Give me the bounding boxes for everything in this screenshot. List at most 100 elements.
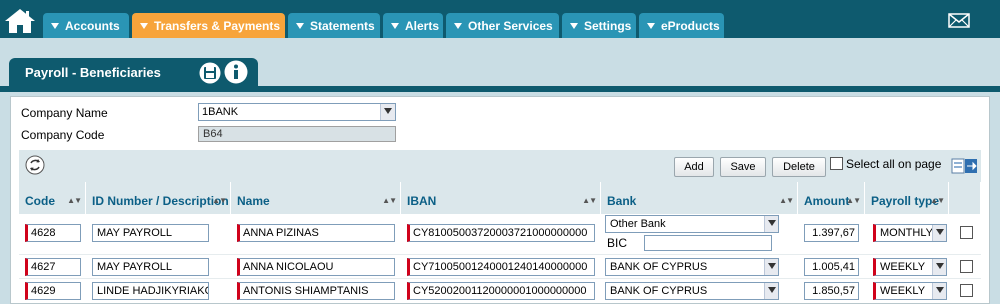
iban-input[interactable]: CY52002001120000001000000000 xyxy=(407,282,595,300)
refresh-icon[interactable] xyxy=(25,155,45,175)
header-divider xyxy=(0,86,1000,92)
select-all-checkbox[interactable] xyxy=(830,157,843,170)
amount-input[interactable]: 1.850,57 xyxy=(804,282,859,300)
sort-icon: ▲▼ xyxy=(212,196,227,205)
bank-select-value: Other Bank xyxy=(610,218,666,230)
save-disk-icon[interactable] xyxy=(199,62,221,84)
name-input[interactable]: ANTONIS SHIAMPTANIS xyxy=(237,282,395,300)
add-button[interactable]: Add xyxy=(674,157,714,177)
mail-icon[interactable] xyxy=(948,13,970,28)
bank-select[interactable]: BANK OF CYPRUS xyxy=(605,282,779,300)
amount-input[interactable]: 1.397,67 xyxy=(804,224,859,242)
tab-label: Statements xyxy=(310,18,375,33)
column-header-label: Code xyxy=(25,194,55,208)
chevron-down-icon xyxy=(380,104,395,120)
column-header-iban[interactable]: IBAN ▲▼ xyxy=(401,182,601,214)
tab-eproducts[interactable]: eProducts xyxy=(639,13,724,38)
tab-label: Accounts xyxy=(65,18,120,33)
company-name-value: 1BANK xyxy=(202,106,239,118)
chevron-down-icon xyxy=(391,22,399,29)
tab-label: Transfers & Payments xyxy=(154,18,281,33)
chevron-down-icon xyxy=(764,259,778,275)
tab-statements[interactable]: Statements xyxy=(288,13,380,38)
code-input[interactable]: 4628 xyxy=(25,224,81,242)
tab-transfers-payments[interactable]: Transfers & Payments xyxy=(132,13,285,38)
top-navigation: Accounts Transfers & Payments Statements… xyxy=(0,0,1000,38)
beneficiaries-panel: Company Name 1BANK Company Code B64 Add … xyxy=(10,96,990,304)
column-header-label: Name xyxy=(237,194,270,208)
tab-alerts[interactable]: Alerts xyxy=(383,13,443,38)
payroll-type-select[interactable]: WEEKLY xyxy=(873,258,947,276)
chevron-down-icon xyxy=(296,22,304,29)
code-input[interactable]: 4627 xyxy=(25,258,81,276)
chevron-down-icon xyxy=(570,22,578,29)
bank-select[interactable]: BANK OF CYPRUS xyxy=(605,258,779,276)
company-name-row: Company Name 1BANK xyxy=(21,103,401,123)
iban-input[interactable]: CY71005001240001240140000000 xyxy=(407,258,595,276)
sort-icon: ▲▼ xyxy=(382,196,397,205)
bic-input[interactable] xyxy=(644,235,772,251)
sort-icon: ▲▼ xyxy=(779,196,794,205)
home-icon[interactable] xyxy=(4,8,36,34)
row-select-checkbox[interactable] xyxy=(960,260,973,273)
payroll-type-value: MONTHLY xyxy=(880,227,933,239)
company-code-field: B64 xyxy=(198,126,396,142)
table-row: 4629 LINDE HADJIKYRIAKOU ANTONIS SHIAMPT… xyxy=(19,278,981,304)
name-input[interactable]: ANNA NICOLAOU xyxy=(237,258,395,276)
description-input[interactable]: LINDE HADJIKYRIAKOU xyxy=(92,282,209,300)
chevron-down-icon xyxy=(932,283,946,299)
chevron-down-icon xyxy=(932,259,946,275)
column-header-description[interactable]: ID Number / Description ▲▼ xyxy=(86,182,231,214)
column-header-bank[interactable]: Bank ▲▼ xyxy=(601,182,798,214)
code-input[interactable]: 4629 xyxy=(25,282,81,300)
name-input[interactable]: ANNA PIZINAS xyxy=(237,224,395,242)
iban-input[interactable]: CY81005003720003721000000000 xyxy=(407,224,595,242)
delete-button[interactable]: Delete xyxy=(772,157,826,177)
payroll-type-select[interactable]: MONTHLY xyxy=(873,224,947,242)
company-name-select[interactable]: 1BANK xyxy=(198,103,396,121)
company-name-label: Company Name xyxy=(21,106,108,120)
payroll-type-select[interactable]: WEEKLY xyxy=(873,282,947,300)
chevron-down-icon xyxy=(932,225,946,241)
company-code-label: Company Code xyxy=(21,128,105,142)
column-header-label: Amount xyxy=(804,194,850,208)
tab-label: Settings xyxy=(584,18,632,33)
export-icon[interactable] xyxy=(951,157,979,175)
description-input[interactable]: MAY PAYROLL xyxy=(92,258,209,276)
bic-label: BIC xyxy=(607,236,628,250)
column-header-label: Bank xyxy=(607,194,637,208)
column-header-select xyxy=(949,182,981,214)
chevron-down-icon xyxy=(140,22,148,29)
chevron-down-icon xyxy=(454,22,462,29)
row-select-checkbox[interactable] xyxy=(960,284,973,297)
sort-icon: ▲▼ xyxy=(930,196,945,205)
column-header-payroll-type[interactable]: Payroll type ▲▼ xyxy=(865,182,949,214)
chevron-down-icon xyxy=(647,22,655,29)
company-code-row: Company Code B64 xyxy=(21,125,401,145)
tab-other-services[interactable]: Other Services xyxy=(446,13,559,38)
description-input[interactable]: MAY PAYROLL xyxy=(92,224,209,242)
bank-select-value: BANK OF CYPRUS xyxy=(610,261,708,273)
table-row: 4627 MAY PAYROLL ANNA NICOLAOU CY7100500… xyxy=(19,254,981,278)
column-header-name[interactable]: Name ▲▼ xyxy=(231,182,401,214)
row-select-checkbox[interactable] xyxy=(960,226,973,239)
bank-select[interactable]: Other Bank xyxy=(605,215,779,233)
table-header: Code ▲▼ ID Number / Description ▲▼ Name ▲▼ … xyxy=(19,182,981,214)
column-header-amount[interactable]: Amount ▲▼ xyxy=(798,182,865,214)
select-all-label: Select all on page xyxy=(846,157,942,171)
info-icon[interactable] xyxy=(224,60,248,84)
save-button[interactable]: Save xyxy=(720,157,766,177)
column-header-label: IBAN xyxy=(407,194,437,208)
sort-icon: ▲▼ xyxy=(846,196,861,205)
chevron-down-icon xyxy=(764,283,778,299)
tab-accounts[interactable]: Accounts xyxy=(43,13,129,38)
chevron-down-icon xyxy=(764,216,778,232)
sort-icon: ▲▼ xyxy=(67,196,82,205)
column-header-code[interactable]: Code ▲▼ xyxy=(19,182,86,214)
tab-settings[interactable]: Settings xyxy=(562,13,636,38)
amount-input[interactable]: 1.005,41 xyxy=(804,258,859,276)
table-row: 4628 MAY PAYROLL ANNA PIZINAS CY81005003… xyxy=(19,214,981,254)
page-title: Payroll - Beneficiaries xyxy=(25,65,161,80)
table-toolbar: Add Save Delete Select all on page xyxy=(19,150,981,182)
tab-label: eProducts xyxy=(661,18,720,33)
